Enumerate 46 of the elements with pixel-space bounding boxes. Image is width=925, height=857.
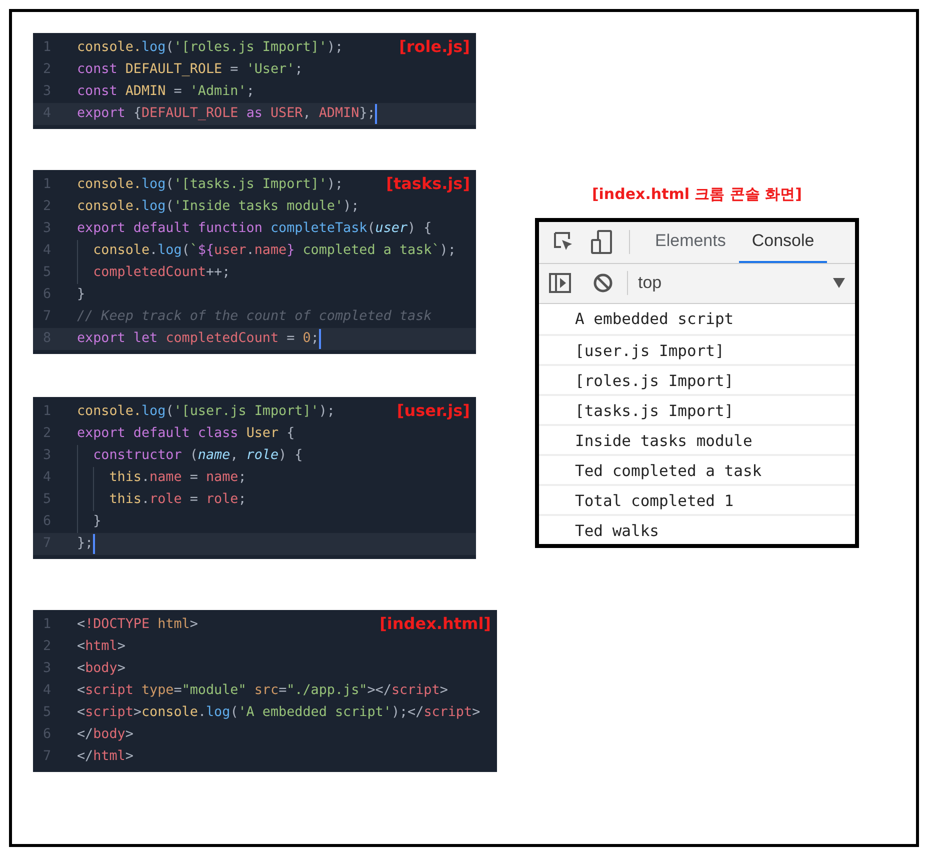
clear-icon[interactable] <box>593 273 613 293</box>
file-label: [role.js] <box>399 36 470 58</box>
text-cursor <box>318 329 321 349</box>
code-line: console.log('[tasks.js Import]'); <box>77 176 344 194</box>
code-line: this.role = role; <box>77 489 246 511</box>
console-message: Total completed 1 <box>539 484 855 514</box>
code-line: constructor (name, role) { <box>77 445 303 467</box>
console-message: Ted completed a task <box>539 454 855 484</box>
code-line: <script type="module" src="./app.js"></script> <box>77 682 448 700</box>
code-line: this.name = name; <box>77 467 246 489</box>
dropdown-icon <box>833 278 845 288</box>
code-line: completedCount++; <box>77 262 230 284</box>
file-label: [user.js] <box>396 400 470 422</box>
code-line: console.log(`${user.name} completed a task`); <box>77 240 456 262</box>
console-message: [tasks.js Import] <box>539 394 855 424</box>
code-line: const ADMIN = 'Admin'; <box>77 83 254 101</box>
code-line: <!DOCTYPE html> <box>77 616 198 634</box>
code-line: </html> <box>77 748 134 766</box>
text-cursor <box>375 104 378 124</box>
console-message: [roles.js Import] <box>539 364 855 394</box>
code-line: console.log('[roles.js Import]'); <box>77 39 344 57</box>
file-label: [index.html] <box>380 613 491 635</box>
code-line: const DEFAULT_ROLE = 'User'; <box>77 61 303 79</box>
sidebar-toggle-icon[interactable] <box>549 273 571 293</box>
console-message: [user.js Import] <box>539 334 855 364</box>
code-line: export default function completeTask(user) { <box>77 220 432 238</box>
devtools-tab[interactable]: Elements <box>642 222 739 262</box>
code-line: </body> <box>77 726 134 744</box>
code-line: <body> <box>77 660 126 678</box>
text-cursor <box>93 534 96 554</box>
code-line: export let completedCount = 0; <box>77 330 319 348</box>
device-icon[interactable] <box>591 230 613 254</box>
code-line: <script>console.log('A embedded script');</script> <box>77 704 480 722</box>
code-line: }; <box>77 535 94 553</box>
code-line: export default class User { <box>77 425 295 443</box>
console-message: A embedded script <box>574 308 735 330</box>
code-line: console.log('[user.js Import]'); <box>77 403 335 421</box>
file-label: [tasks.js] <box>386 173 470 195</box>
code-line: // Keep track of the count of completed task <box>77 308 432 326</box>
code-line: console.log('Inside tasks module'); <box>77 198 360 216</box>
console-message: Ted walks <box>539 514 855 544</box>
console-caption: [index.html 크롬 콘솔 화면] <box>592 184 802 205</box>
code-line: } <box>77 286 86 304</box>
code-line: export {DEFAULT_ROLE as USER, ADMIN}; <box>77 105 376 123</box>
console-message: Inside tasks module <box>539 424 855 454</box>
code-line: <html> <box>77 638 126 656</box>
